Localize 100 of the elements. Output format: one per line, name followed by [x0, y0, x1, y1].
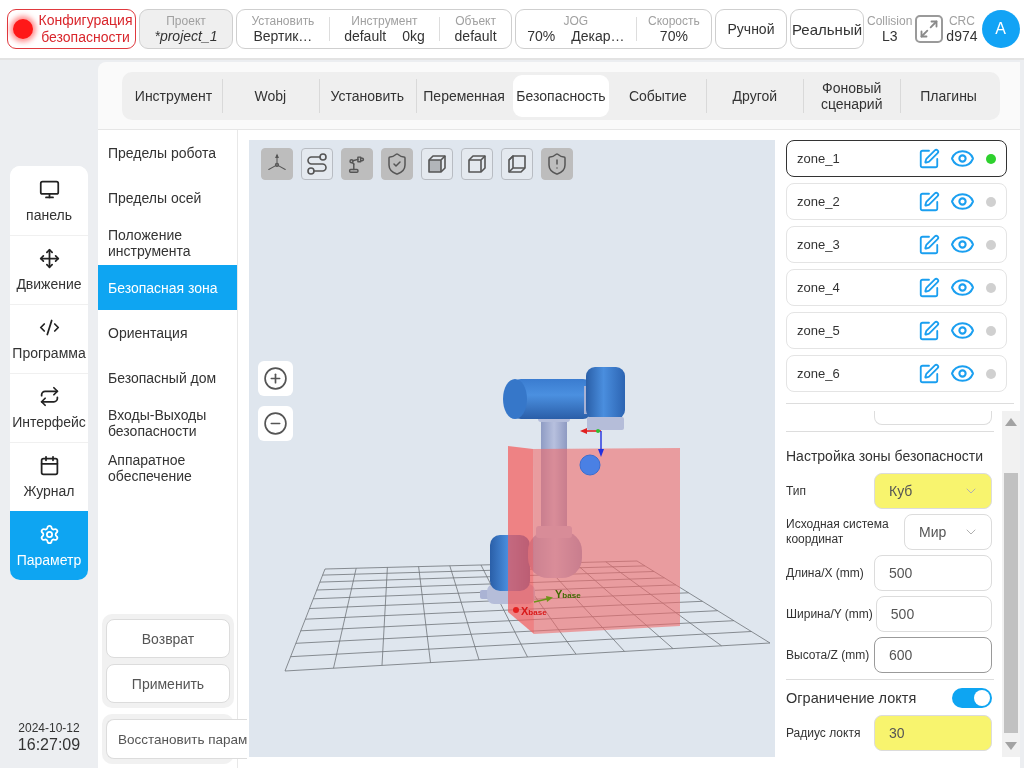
time-text: 16:27:09	[17, 735, 81, 754]
tab[interactable]: Wobj	[221, 75, 319, 117]
date-text: 2024-10-12	[18, 721, 80, 735]
tab[interactable]: Безопасность	[512, 75, 610, 117]
view-tool-button[interactable]	[341, 148, 373, 180]
edit-icon[interactable]	[918, 190, 940, 213]
solid-cube-icon	[425, 152, 449, 176]
edit-icon[interactable]	[918, 362, 940, 385]
restore-button[interactable]: Восстановить парам	[106, 719, 248, 759]
submenu-item[interactable]: Входы-Выходы безопасности	[98, 400, 237, 445]
zone-name: zone_2	[797, 194, 841, 209]
input-field[interactable]: 30	[874, 715, 992, 751]
input-field[interactable]: 500	[874, 555, 992, 591]
axis-label: X$_{base}$	[521, 605, 547, 619]
status-value: 70%	[659, 27, 688, 45]
shield-check-icon	[385, 152, 409, 176]
calendar-icon	[38, 455, 60, 476]
action-button[interactable]: Возврат	[106, 619, 230, 658]
view-tool-button[interactable]	[461, 148, 493, 180]
zone-card[interactable]: zone_4	[786, 269, 1007, 306]
fullscreen-button[interactable]	[915, 15, 944, 43]
edit-icon[interactable]	[918, 319, 940, 342]
elbow-limit-toggle[interactable]	[952, 687, 992, 708]
zone-name: zone_3	[797, 237, 841, 252]
edit-icon[interactable]	[918, 276, 940, 299]
submenu-item[interactable]: Пределы робота	[98, 130, 237, 175]
view-tool-button[interactable]	[381, 148, 413, 180]
field-label: Тип	[786, 483, 807, 499]
zone-card[interactable]: zone_3	[786, 226, 1007, 263]
field-label: Высота/Z (mm)	[786, 647, 871, 663]
view-tool-button[interactable]	[261, 148, 293, 180]
minus-circle-icon	[263, 411, 288, 436]
collision-label: Collision	[867, 13, 913, 28]
status-value: Декар…	[571, 27, 625, 45]
zone-card[interactable]: zone_5	[786, 312, 1007, 349]
status-label: Инструмент	[351, 13, 418, 28]
collision-level: L3	[881, 27, 898, 45]
safety-config-button[interactable]: Конфигурация безопасности	[7, 9, 136, 49]
edit-icon[interactable]	[918, 147, 940, 170]
scrollbar-thumb[interactable]	[1004, 473, 1018, 733]
expand-arrows-icon	[919, 19, 940, 39]
input-field[interactable]: 600	[874, 637, 992, 673]
code-icon	[38, 317, 60, 338]
wireframe-cube-icon	[465, 152, 489, 176]
zone-name: zone_6	[797, 366, 841, 381]
tab[interactable]: Инструмент	[125, 75, 222, 117]
status-value: default	[454, 27, 497, 45]
zone-card[interactable]: zone_2	[786, 183, 1007, 220]
status-panel[interactable]: Установить Вертик… Инструмент default 0kg Объект default	[236, 9, 512, 49]
tab[interactable]: Плагины	[900, 75, 997, 117]
status-panel[interactable]: JOG 70% Декар… Скорость 70%	[515, 9, 712, 49]
view-tool-button[interactable]	[501, 148, 533, 180]
status-label: Объект	[455, 13, 496, 28]
project-selector[interactable]: Проект *project_1	[139, 9, 233, 49]
tab[interactable]: Переменная	[415, 75, 513, 117]
input-field[interactable]: 500	[875, 596, 992, 632]
submenu-item[interactable]: Аппаратное обеспечение	[98, 445, 237, 490]
field-label: Ширина/Y (mm)	[786, 606, 874, 622]
edit-icon[interactable]	[918, 233, 940, 256]
tab[interactable]: Другой	[706, 75, 804, 117]
submenu-item[interactable]: Ориентация	[98, 310, 237, 355]
status-value: 70%	[527, 27, 556, 45]
view-tool-button[interactable]	[421, 148, 453, 180]
status-value: Вертик…	[253, 27, 313, 45]
dropdown-field[interactable]: Куб	[874, 473, 992, 509]
axis-label: Y$_{base}$	[555, 588, 581, 602]
action-button[interactable]: Применить	[106, 664, 230, 703]
dropdown-field[interactable]: Мир	[904, 514, 992, 550]
tab[interactable]: Установить	[318, 75, 416, 117]
zoom-in-button[interactable]	[258, 361, 293, 396]
field-label: Радиус локтя	[786, 725, 862, 741]
environment-button[interactable]: Реальный	[790, 9, 864, 49]
zone-name: zone_1	[797, 151, 841, 166]
tab[interactable]: Фоновый сценарий	[803, 75, 901, 117]
status-label: Скорость	[647, 13, 700, 28]
submenu-item[interactable]: Безопасный дом	[98, 355, 237, 400]
input-field[interactable]	[874, 411, 992, 425]
path-icon	[305, 152, 329, 176]
crc-value: d974	[946, 27, 978, 45]
view-tool-button[interactable]	[301, 148, 333, 180]
submenu-item[interactable]: Пределы осей	[98, 175, 237, 220]
status-value: 0kg	[402, 27, 425, 45]
mode-button[interactable]: Ручной	[715, 9, 787, 49]
view-tool-button[interactable]	[541, 148, 573, 180]
monitor-icon	[38, 178, 60, 200]
wireframe-cube-icon	[505, 152, 529, 176]
submenu-item[interactable]: Положение инструмента	[98, 220, 237, 265]
tab[interactable]: Событие	[609, 75, 707, 117]
zone-card[interactable]: zone_6	[786, 355, 1007, 392]
zone-card[interactable]: zone_1	[786, 140, 1007, 177]
move-arrows-icon	[38, 248, 60, 269]
base-axes-drawing	[513, 596, 553, 613]
crc-label: CRC	[948, 13, 975, 28]
field-label: Длина/X (mm)	[786, 565, 865, 581]
shield-exclamation-icon	[545, 152, 569, 176]
field-label: Исходная система координат	[786, 517, 890, 547]
plus-circle-icon	[263, 366, 288, 391]
settings-icon	[38, 523, 60, 545]
zoom-out-button[interactable]	[258, 406, 293, 441]
sphere-marker	[579, 454, 601, 476]
